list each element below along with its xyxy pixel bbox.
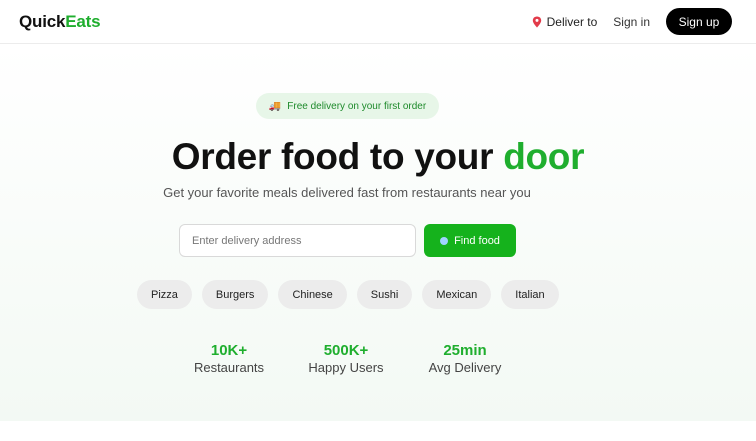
- logo[interactable]: QuickEats: [19, 11, 101, 32]
- category-chip-chinese[interactable]: Chinese: [278, 280, 347, 309]
- stat-value: 25min: [443, 342, 487, 359]
- deliver-to-button[interactable]: Deliver to: [532, 14, 598, 29]
- sign-up-button[interactable]: Sign up: [666, 8, 732, 35]
- category-chip-italian[interactable]: Italian: [501, 280, 559, 309]
- search-bar: Find food: [179, 224, 516, 257]
- search-dot-icon: [440, 236, 449, 245]
- stat-avg-delivery: 25min Avg Delivery: [405, 342, 525, 375]
- deliver-to-label: Deliver to: [546, 14, 598, 29]
- category-chip-sushi[interactable]: Sushi: [356, 280, 413, 309]
- category-chip-burgers[interactable]: Burgers: [201, 280, 269, 309]
- page: QuickEats Deliver to Sign in Sign up 🚚 F…: [0, 0, 756, 441]
- stat-happy-users: 500K+ Happy Users: [286, 342, 406, 375]
- find-food-button[interactable]: Find food: [424, 224, 516, 257]
- hero-section: 🚚 Free delivery on your first order Orde…: [0, 45, 756, 421]
- header-nav: Deliver to Sign in Sign up: [532, 8, 732, 35]
- category-chip-mexican[interactable]: Mexican: [422, 280, 492, 309]
- headline-main: Order food to your: [171, 136, 504, 177]
- promo-text: Free delivery on your first order: [287, 100, 427, 112]
- page-title: Order food to your door: [0, 136, 756, 178]
- logo-part-quick: Quick: [19, 11, 66, 31]
- category-chips: Pizza Burgers Chinese Sushi Mexican Ital…: [137, 280, 559, 309]
- stat-restaurants: 10K+ Restaurants: [169, 342, 289, 375]
- map-pin-icon: [532, 16, 541, 27]
- subheadline: Get your favorite meals delivered fast f…: [163, 185, 531, 200]
- find-food-label: Find food: [454, 234, 500, 247]
- sign-in-link[interactable]: Sign in: [613, 15, 650, 29]
- truck-icon: 🚚: [268, 100, 282, 112]
- category-chip-pizza[interactable]: Pizza: [137, 280, 192, 309]
- stat-label: Restaurants: [193, 360, 265, 375]
- header: QuickEats Deliver to Sign in Sign up: [0, 0, 756, 44]
- stat-value: 10K+: [210, 342, 248, 359]
- stat-label: Avg Delivery: [428, 360, 502, 375]
- headline-accent: door: [503, 136, 585, 177]
- promo-badge: 🚚 Free delivery on your first order: [256, 93, 439, 119]
- stat-value: 500K+: [323, 342, 369, 359]
- stat-label: Happy Users: [308, 360, 384, 375]
- delivery-address-input[interactable]: [179, 224, 416, 257]
- logo-part-eats: Eats: [65, 11, 101, 31]
